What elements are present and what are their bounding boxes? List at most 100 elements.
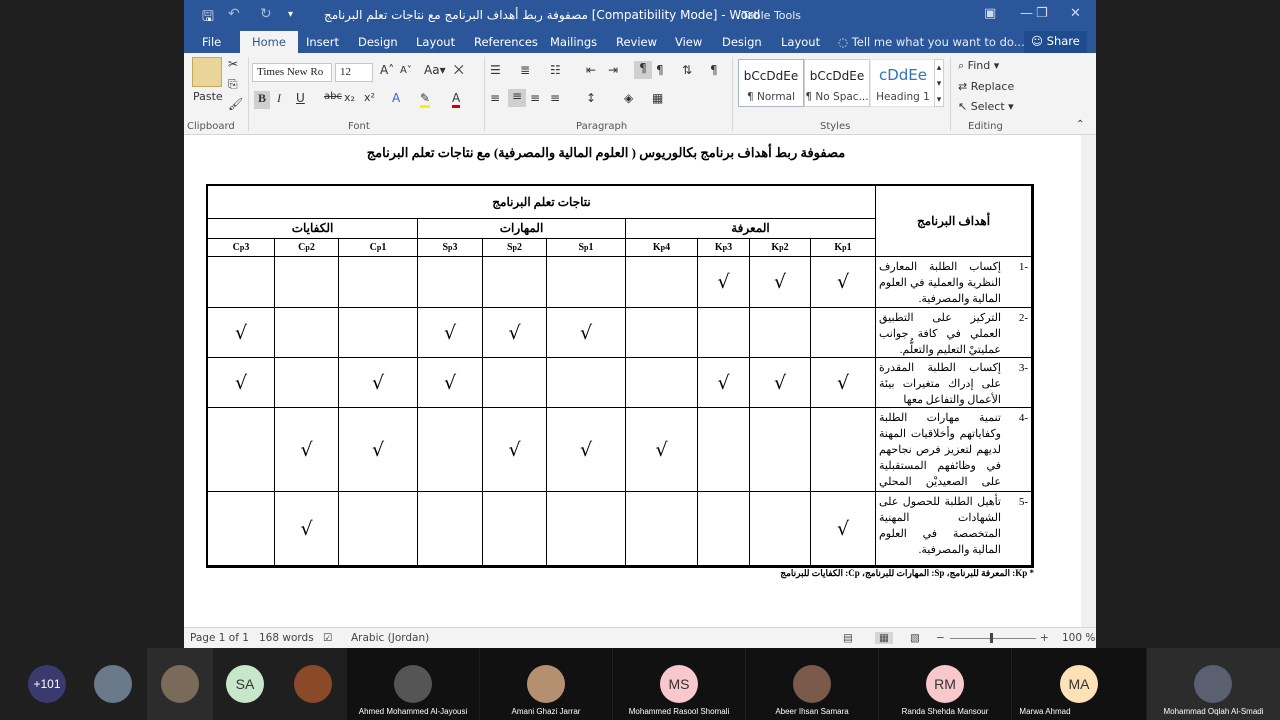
participant-initials[interactable]: SA bbox=[226, 665, 264, 703]
zoom-slider[interactable] bbox=[950, 638, 1036, 639]
justify-icon[interactable]: ≡ bbox=[550, 91, 560, 105]
matrix-cell[interactable] bbox=[626, 257, 698, 308]
bullets-icon[interactable]: ☰ bbox=[490, 63, 501, 77]
maximize-icon[interactable]: ❐ bbox=[1036, 6, 1048, 21]
objective-cell[interactable]: -2 التركيز على التطبيق العملي في كافة جوا… bbox=[876, 308, 1032, 358]
sort-icon[interactable]: ⇅ bbox=[682, 63, 692, 77]
tab-references[interactable]: References bbox=[474, 35, 538, 49]
zoom-out-icon[interactable]: − bbox=[936, 632, 945, 644]
matrix-cell[interactable] bbox=[698, 492, 750, 566]
participant-tile[interactable]: Amani Ghazi Jarrar bbox=[480, 648, 612, 720]
code-header-kp1[interactable]: Kp1 bbox=[811, 239, 876, 257]
matrix-cell[interactable] bbox=[339, 257, 418, 308]
zoom-in-icon[interactable]: + bbox=[1040, 632, 1049, 644]
read-mode-icon[interactable]: ▤ bbox=[843, 632, 853, 644]
web-layout-icon[interactable]: ▧ bbox=[910, 632, 920, 644]
tab-insert[interactable]: Insert bbox=[306, 35, 339, 49]
find-button[interactable]: ⌕ Find ▾ bbox=[958, 59, 999, 73]
matrix-cell[interactable]: √ bbox=[339, 358, 418, 408]
matrix-cell[interactable] bbox=[275, 308, 339, 358]
tab-table-design[interactable]: Design bbox=[722, 35, 762, 49]
font-size-box[interactable]: 12 bbox=[335, 63, 373, 82]
align-center-icon[interactable]: ≡ bbox=[508, 89, 526, 107]
matrix-cell[interactable]: √ bbox=[418, 358, 483, 408]
group-skills[interactable]: المهارات bbox=[418, 219, 626, 239]
participant-tile[interactable]: Ahmed Mohammed Al-Jayousi bbox=[347, 648, 479, 720]
document-page[interactable]: مصفوفة ربط أهداف برنامج بكالوريوس ( العل… bbox=[184, 135, 1081, 627]
matrix-cell[interactable] bbox=[698, 308, 750, 358]
more-participants-badge[interactable]: +101 bbox=[28, 665, 66, 703]
collapse-ribbon-icon[interactable]: ⌃ bbox=[1076, 119, 1084, 130]
tab-view[interactable]: View bbox=[675, 35, 702, 49]
increase-indent-icon[interactable]: ⇥ bbox=[608, 63, 618, 77]
language-indicator[interactable]: Arabic (Jordan) bbox=[351, 632, 429, 644]
code-header-kp4[interactable]: Kp4 bbox=[626, 239, 698, 257]
grow-font-icon[interactable]: A˄ bbox=[380, 63, 394, 77]
group-competencies[interactable]: الكفايات bbox=[208, 219, 418, 239]
code-header-sp1[interactable]: Sp1 bbox=[547, 239, 626, 257]
code-header-kp2[interactable]: Kp2 bbox=[750, 239, 811, 257]
matrix-cell[interactable] bbox=[698, 408, 750, 492]
code-header-sp3[interactable]: Sp3 bbox=[418, 239, 483, 257]
styles-scroll-icon[interactable]: ▴ ▾ ▾ bbox=[934, 59, 944, 107]
change-case-icon[interactable]: Aa▾ bbox=[424, 63, 446, 77]
strikethrough-icon[interactable]: abc bbox=[324, 91, 342, 102]
align-right-icon[interactable]: ≡ bbox=[530, 91, 540, 105]
underline-icon[interactable]: U bbox=[296, 91, 305, 105]
highlight-icon[interactable]: ✎ bbox=[420, 91, 431, 108]
tab-file[interactable]: File bbox=[202, 35, 221, 49]
bold-icon[interactable]: B bbox=[254, 91, 270, 109]
tab-design[interactable]: Design bbox=[358, 35, 398, 49]
matrix-cell[interactable] bbox=[275, 257, 339, 308]
numbering-icon[interactable]: ≣ bbox=[520, 63, 530, 77]
participant-photo[interactable] bbox=[94, 665, 132, 703]
matrix-cell[interactable]: √ bbox=[811, 358, 876, 408]
font-name-box[interactable]: Times New Ro bbox=[252, 63, 332, 82]
matrix-cell[interactable] bbox=[339, 308, 418, 358]
style-no-spacing[interactable]: bCcDdEe ¶ No Spac... bbox=[804, 59, 870, 107]
objective-cell[interactable]: -3 إكساب الطلبة المقدرة على إدراك متغيرات… bbox=[876, 358, 1032, 408]
matrix-cell[interactable]: √ bbox=[811, 257, 876, 308]
matrix-cell[interactable]: √ bbox=[275, 492, 339, 566]
code-header-cp3[interactable]: Cp3 bbox=[208, 239, 275, 257]
tab-mailings[interactable]: Mailings bbox=[550, 35, 597, 49]
print-layout-icon[interactable]: ▦ bbox=[875, 632, 893, 644]
code-header-kp3[interactable]: Kp3 bbox=[698, 239, 750, 257]
matrix-cell[interactable]: √ bbox=[208, 308, 275, 358]
matrix-cell[interactable] bbox=[418, 257, 483, 308]
participant-tile[interactable] bbox=[147, 648, 213, 720]
matrix-cell[interactable] bbox=[483, 257, 547, 308]
tell-me-search[interactable]: ◌ Tell me what you want to do... bbox=[838, 35, 1025, 49]
style-normal[interactable]: bCcDdEe ¶ Normal bbox=[738, 59, 804, 107]
code-header-sp2[interactable]: Sp2 bbox=[483, 239, 547, 257]
objectives-header[interactable]: أهداف البرنامج bbox=[876, 186, 1032, 257]
style-heading-1[interactable]: cDdEe Heading 1 bbox=[870, 59, 936, 107]
multilevel-list-icon[interactable]: ☷ bbox=[550, 63, 561, 77]
show-marks-icon[interactable]: ¶ bbox=[710, 63, 718, 77]
matrix-cell[interactable]: √ bbox=[418, 308, 483, 358]
save-icon[interactable]: 🖫 bbox=[202, 6, 214, 30]
line-spacing-icon[interactable]: ↕ bbox=[586, 91, 596, 105]
text-effects-icon[interactable]: A bbox=[392, 91, 400, 105]
select-button[interactable]: ↖ Select ▾ bbox=[958, 100, 1014, 113]
matrix-cell[interactable]: √ bbox=[750, 358, 811, 408]
matrix-cell[interactable] bbox=[750, 492, 811, 566]
minimize-icon[interactable]: — bbox=[1020, 6, 1033, 21]
undo-icon[interactable]: ↶ bbox=[228, 6, 240, 22]
tab-home[interactable]: Home bbox=[240, 31, 298, 53]
matrix-cell[interactable] bbox=[339, 492, 418, 566]
shrink-font-icon[interactable]: A˅ bbox=[400, 65, 412, 76]
matrix-cell[interactable]: √ bbox=[698, 257, 750, 308]
copy-icon[interactable]: ⎘ bbox=[228, 77, 238, 92]
align-left-icon[interactable]: ≡ bbox=[490, 91, 500, 105]
code-header-cp2[interactable]: Cp2 bbox=[275, 239, 339, 257]
participant-photo[interactable] bbox=[294, 665, 332, 703]
participant-tile[interactable]: RM Randa Shehda Mansour bbox=[879, 648, 1011, 720]
decrease-indent-icon[interactable]: ⇤ bbox=[586, 63, 596, 77]
matrix-cell[interactable] bbox=[811, 308, 876, 358]
word-count[interactable]: 168 words bbox=[259, 632, 314, 644]
group-knowledge[interactable]: المعرفة bbox=[626, 219, 876, 239]
matrix-cell[interactable] bbox=[626, 358, 698, 408]
matrix-cell[interactable]: √ bbox=[547, 408, 626, 492]
zoom-slider-thumb[interactable] bbox=[990, 633, 993, 643]
